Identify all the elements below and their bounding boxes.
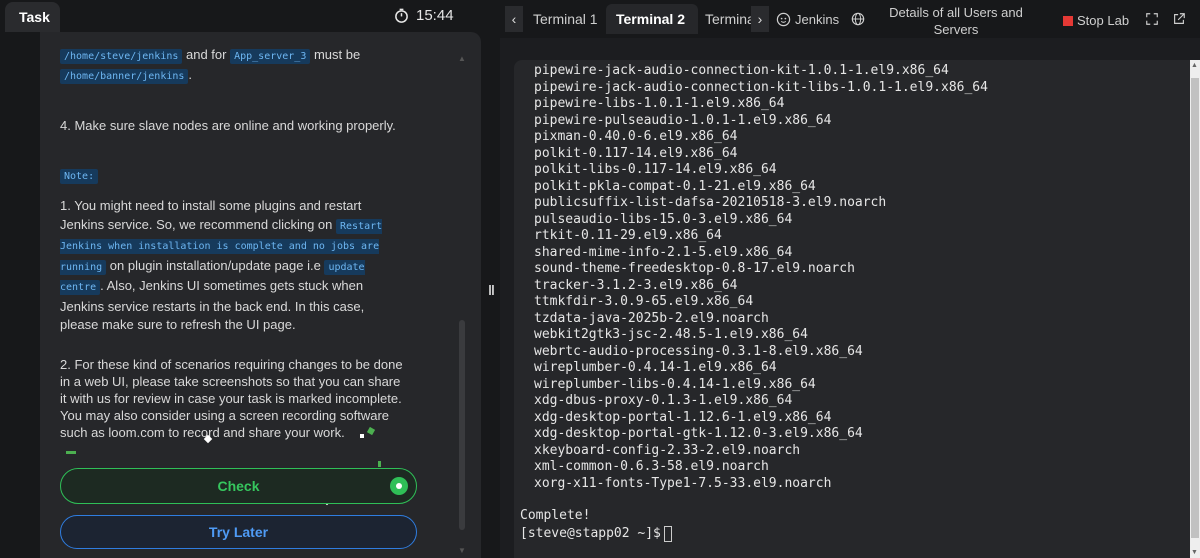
- terminal-line: pipewire-libs-1.0.1-1.el9.x86_64: [534, 96, 785, 111]
- tab-terminal-1[interactable]: Terminal 1: [523, 4, 608, 34]
- terminal-line: xorg-x11-fonts-Type1-7.5-33.el9.noarch: [534, 475, 832, 491]
- jenkins-label: Jenkins: [795, 12, 840, 27]
- terminal-line: polkit-0.117-14.el9.x86_64: [534, 145, 738, 161]
- stop-lab-button[interactable]: Stop Lab: [1063, 13, 1129, 28]
- try-later-button[interactable]: Try Later: [60, 515, 417, 549]
- terminal-line: rtkit-0.11-29.el9.x86_64: [534, 228, 722, 243]
- timer: 15:44: [394, 7, 454, 24]
- terminal-scroll-down-icon[interactable]: ▼: [1191, 549, 1198, 556]
- terminal-scrollbar-thumb[interactable]: [1191, 78, 1199, 538]
- terminal-line: tracker-3.1.2-3.el9.x86_64: [534, 277, 738, 293]
- tabs-prev-icon[interactable]: ‹: [505, 6, 523, 32]
- terminal-line: polkit-libs-0.117-14.el9.x86_64: [534, 162, 777, 177]
- terminal-line: ttmkfdir-3.0.9-65.el9.x86_64: [534, 294, 754, 309]
- terminal-line: xdg-dbus-proxy-0.1.3-1.el9.x86_64: [534, 393, 793, 408]
- step-4: 4. Make sure slave nodes are online and …: [60, 118, 396, 133]
- shell-prompt: [steve@stapp02 ~]$: [520, 526, 661, 541]
- scroll-down-icon[interactable]: ▼: [458, 546, 466, 555]
- terminal-scroll-up-icon[interactable]: ▲: [1191, 62, 1198, 69]
- confetti-piece: [360, 434, 364, 438]
- intro-period: .: [188, 67, 193, 82]
- stop-lab-label: Stop Lab: [1077, 13, 1130, 28]
- terminal-line: pipewire-jack-audio-connection-kit-libs-…: [534, 79, 988, 95]
- jenkins-link[interactable]: Jenkins: [776, 12, 839, 27]
- stopwatch-icon: [395, 8, 408, 23]
- app-root: Task 15:44 /home/steve/jenkins and for A…: [0, 0, 1200, 558]
- terminal-line: pixman-0.40.0-6.el9.x86_64: [534, 129, 738, 144]
- resize-handle-icon[interactable]: ‖: [488, 282, 495, 298]
- note-2: 2. For these kind of scenarios requiring…: [60, 357, 403, 440]
- jenkins-icon: [776, 12, 791, 27]
- external-link-icon[interactable]: [1172, 12, 1186, 26]
- timer-value: 15:44: [416, 7, 454, 24]
- check-status-icon: [390, 477, 408, 495]
- note-label-wrap: Note:: [60, 166, 405, 186]
- terminal-line: pipewire-jack-audio-connection-kit-1.0.1…: [534, 63, 949, 78]
- intro-paragraph: /home/steve/jenkins and for App_server_3…: [60, 46, 405, 86]
- task-scrollbar-thumb[interactable]: [459, 320, 465, 530]
- details-users-servers-link[interactable]: Details of all Users and Servers: [886, 4, 1026, 38]
- terminal-line: xdg-desktop-portal-1.12.6-1.el9.x86_64: [534, 409, 832, 425]
- terminal-line: xkeyboard-config-2.33-2.el9.noarch: [534, 442, 801, 458]
- tab-terminal-3[interactable]: Terminal: [695, 4, 757, 34]
- note-label: Note:: [60, 169, 99, 184]
- panel-divider[interactable]: [482, 0, 500, 558]
- intro-text-end: must be: [310, 47, 361, 62]
- stop-icon: [1063, 15, 1073, 26]
- complete-message: Complete!: [520, 508, 591, 523]
- task-tab[interactable]: Task: [5, 2, 60, 32]
- tab-terminal-2[interactable]: Terminal 2: [606, 4, 698, 34]
- terminal-line: webrtc-audio-processing-0.3.1-8.el9.x86_…: [534, 343, 863, 359]
- terminal-line: xdg-desktop-portal-gtk-1.12.0-3.el9.x86_…: [534, 426, 863, 441]
- note-1-text-b: on plugin installation/update page i.e: [106, 257, 325, 273]
- globe-icon[interactable]: [851, 12, 865, 26]
- terminal-panel: ‹ Terminal 1 Terminal 2 Terminal › Jenki…: [500, 0, 1200, 558]
- terminal-line: wireplumber-0.4.14-1.el9.x86_64: [534, 360, 777, 375]
- code-path-banner: /home/banner/jenkins: [60, 69, 189, 84]
- terminal-line: pipewire-pulseaudio-1.0.1-1.el9.x86_64: [534, 112, 832, 128]
- package-list: pipewire-jack-audio-connection-kit-1.0.1…: [534, 63, 988, 492]
- code-server3: App_server_3: [230, 49, 311, 64]
- note-1-text-c: . Also, Jenkins UI sometimes gets stuck …: [60, 278, 365, 332]
- terminal-line: publicsuffix-list-dafsa-20210518-3.el9.n…: [534, 195, 887, 210]
- terminal-cursor: [663, 525, 672, 542]
- check-button[interactable]: Check: [60, 468, 417, 504]
- check-button-label: Check: [217, 478, 260, 494]
- terminal-tail: Complete! [steve@stapp02 ~]$: [520, 507, 672, 543]
- confetti-piece: [66, 451, 76, 454]
- scroll-up-icon[interactable]: ▲: [458, 54, 466, 63]
- terminal-line: sound-theme-freedesktop-0.8-17.el9.noarc…: [534, 261, 855, 276]
- note-1: 1. You might need to install some plugin…: [60, 197, 405, 335]
- terminal-line: tzdata-java-2025b-2.el9.noarch: [534, 310, 769, 326]
- expand-icon[interactable]: [1145, 12, 1159, 26]
- terminal-line: polkit-pkla-compat-0.1-21.el9.x86_64: [534, 178, 816, 194]
- tabs-next-icon[interactable]: ›: [751, 6, 769, 32]
- note-1-text-a: 1. You might need to install some plugin…: [60, 198, 362, 232]
- confetti-piece: [378, 461, 381, 467]
- terminal-line: xml-common-0.6.3-58.el9.noarch: [534, 459, 769, 474]
- terminal-line: pulseaudio-libs-15.0-3.el9.x86_64: [534, 211, 793, 227]
- task-panel: Task 15:44 /home/steve/jenkins and for A…: [0, 0, 482, 558]
- code-path-steve: /home/steve/jenkins: [60, 49, 183, 64]
- terminal-scrollbar[interactable]: ▲ ▼: [1190, 60, 1200, 558]
- terminal-line: shared-mime-info-2.1-5.el9.x86_64: [534, 244, 793, 260]
- terminal-line: webkit2gtk3-jsc-2.48.5-1.el9.x86_64: [534, 327, 808, 342]
- terminal-line: wireplumber-libs-0.4.14-1.el9.x86_64: [534, 376, 816, 392]
- top-bar: ‹ Terminal 1 Terminal 2 Terminal › Jenki…: [500, 0, 1200, 38]
- terminal-output[interactable]: pipewire-jack-audio-connection-kit-1.0.1…: [514, 60, 1200, 558]
- intro-text-mid: and for: [182, 47, 231, 62]
